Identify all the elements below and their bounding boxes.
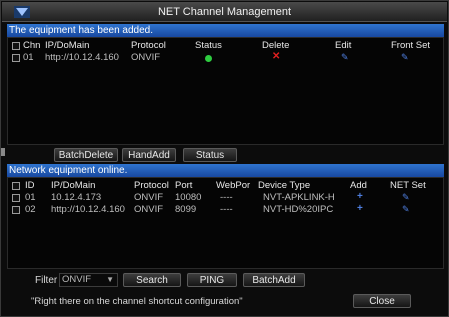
edit-pencil-icon[interactable]: ✎ xyxy=(341,52,349,63)
hint-text: "Right there on the channel shortcut con… xyxy=(31,296,243,307)
ping-button[interactable]: PING xyxy=(187,273,237,287)
col-front-set: Front Set xyxy=(391,40,431,51)
select-all-checkbox[interactable] xyxy=(12,182,20,190)
net-set-pencil-icon[interactable]: ✎ xyxy=(402,192,410,203)
col-status: Status xyxy=(195,40,222,51)
row-protocol: ONVIF xyxy=(134,204,164,215)
online-table-header: ID IP/DoMain Protocol Port WebPor Device… xyxy=(8,180,443,192)
col-net-set: NET Set xyxy=(390,180,426,191)
row-webport: ---- xyxy=(220,204,233,215)
col-port: Port xyxy=(175,180,193,191)
row-device-type: NVT-APKLINK-H xyxy=(263,192,335,203)
row-id: 01 xyxy=(25,192,36,203)
table-row[interactable]: 01 http://10.12.4.160 ONVIF ✕ ✎ ✎ xyxy=(8,51,443,64)
front-set-pencil-icon[interactable]: ✎ xyxy=(401,52,409,63)
row-protocol: ONVIF xyxy=(134,192,164,203)
net-set-pencil-icon[interactable]: ✎ xyxy=(402,204,410,215)
status-button[interactable]: Status xyxy=(183,148,237,162)
add-plus-icon[interactable]: + xyxy=(357,203,363,214)
row-protocol: ONVIF xyxy=(131,52,161,63)
splitter-handle[interactable] xyxy=(1,148,5,156)
col-protocol: Protocol xyxy=(134,180,169,191)
col-ip-domain: IP/DoMain xyxy=(51,180,96,191)
col-add: Add xyxy=(350,180,367,191)
col-device-type: Device Type xyxy=(258,180,311,191)
col-delete: Delete xyxy=(262,40,290,51)
batch-delete-button[interactable]: BatchDelete xyxy=(54,148,118,162)
add-plus-icon[interactable]: + xyxy=(357,191,363,202)
row-checkbox[interactable] xyxy=(12,54,20,62)
filter-value: ONVIF xyxy=(62,274,92,285)
online-equipment-list: ID IP/DoMain Protocol Port WebPor Device… xyxy=(7,177,444,269)
filter-select[interactable]: ONVIF ▼ xyxy=(59,273,118,287)
chevron-down-icon: ▼ xyxy=(106,275,114,284)
row-checkbox[interactable] xyxy=(12,206,20,214)
added-equipment-list: Chn IP/DoMain Protocol Status Delete Edi… xyxy=(7,37,444,145)
row-device-type: NVT-HD%20IPC xyxy=(263,204,334,215)
col-edit: Edit xyxy=(335,40,352,51)
net-channel-management-window: NET Channel Management The equipment has… xyxy=(0,0,449,317)
status-online-icon xyxy=(205,55,212,62)
row-ip: 10.12.4.173 xyxy=(51,192,102,203)
col-webport: WebPor xyxy=(216,180,251,191)
title-bar: NET Channel Management xyxy=(2,2,447,22)
row-port: 8099 xyxy=(175,204,197,215)
row-checkbox[interactable] xyxy=(12,194,20,202)
batch-add-button[interactable]: BatchAdd xyxy=(243,273,305,287)
added-section-title: The equipment has been added. xyxy=(7,24,444,37)
added-table-header: Chn IP/DoMain Protocol Status Delete Edi… xyxy=(8,40,443,52)
row-webport: ---- xyxy=(220,192,233,203)
col-ip-domain: IP/DoMain xyxy=(45,40,90,51)
window-title: NET Channel Management xyxy=(157,6,292,18)
filter-label: Filter xyxy=(35,275,58,286)
table-row[interactable]: 01 10.12.4.173 ONVIF 10080 ---- NVT-APKL… xyxy=(8,191,443,204)
row-id: 02 xyxy=(25,204,36,215)
row-ip: http://10.12.4.160 xyxy=(51,204,125,215)
delete-x-icon[interactable]: ✕ xyxy=(272,51,280,62)
col-id: ID xyxy=(25,180,35,191)
col-protocol: Protocol xyxy=(131,40,166,51)
hand-add-button[interactable]: HandAdd xyxy=(122,148,176,162)
select-all-checkbox[interactable] xyxy=(12,42,20,50)
table-row[interactable]: 02 http://10.12.4.160 ONVIF 8099 ---- NV… xyxy=(8,203,443,216)
col-chn: Chn xyxy=(23,40,41,51)
row-chn: 01 xyxy=(23,52,34,63)
row-ip: http://10.12.4.160 xyxy=(45,52,119,63)
search-button[interactable]: Search xyxy=(123,273,181,287)
online-section-title: Network equipment online. xyxy=(7,164,444,177)
close-button[interactable]: Close xyxy=(353,294,411,308)
row-port: 10080 xyxy=(175,192,202,203)
